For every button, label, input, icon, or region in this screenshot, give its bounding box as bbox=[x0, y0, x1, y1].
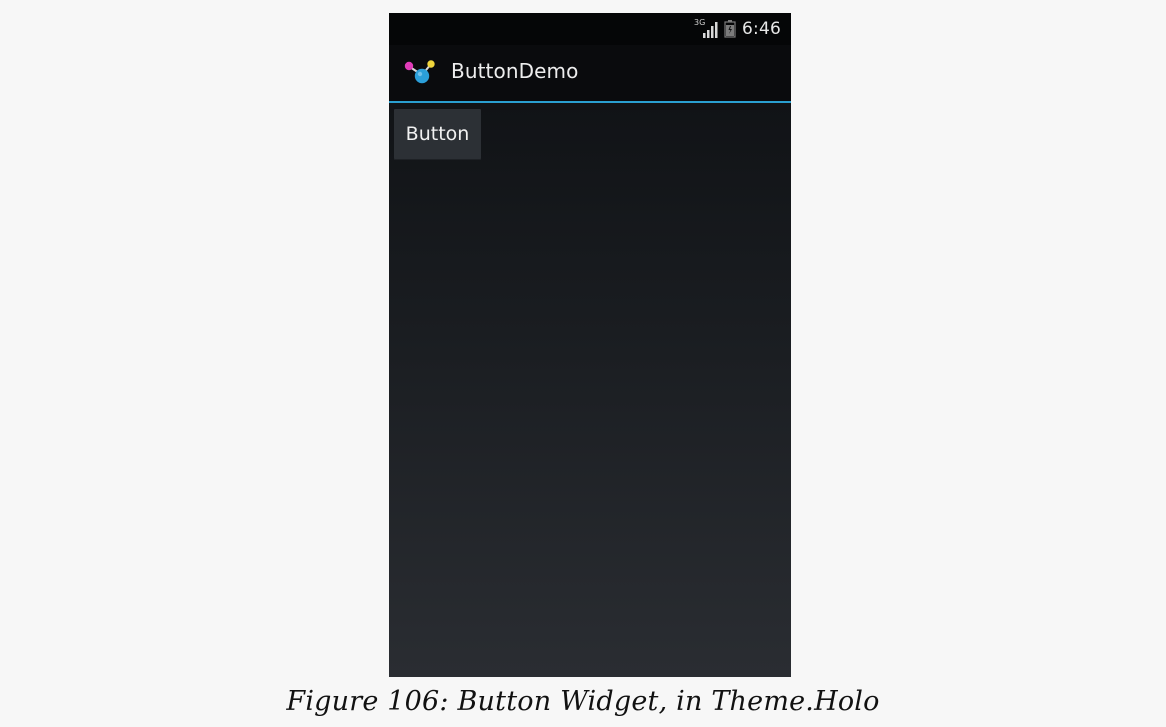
signal-icon: 3G bbox=[694, 18, 718, 38]
molecule-icon[interactable] bbox=[404, 59, 438, 85]
status-icons: 3G 6:46 bbox=[694, 18, 781, 40]
action-bar-divider bbox=[389, 101, 791, 103]
status-bar: 3G 6:46 bbox=[389, 13, 791, 45]
signal-bars-icon bbox=[703, 22, 718, 38]
battery-icon bbox=[724, 20, 736, 38]
app-title: ButtonDemo bbox=[451, 59, 579, 83]
figure-caption: Figure 106: Button Widget, in Theme.Holo bbox=[286, 686, 880, 717]
demo-button[interactable]: Button bbox=[394, 109, 481, 160]
phone-screen: 3G 6:46 ButtonDemo Button bbox=[389, 13, 791, 677]
action-bar: ButtonDemo bbox=[389, 45, 791, 101]
clock: 6:46 bbox=[742, 19, 781, 39]
